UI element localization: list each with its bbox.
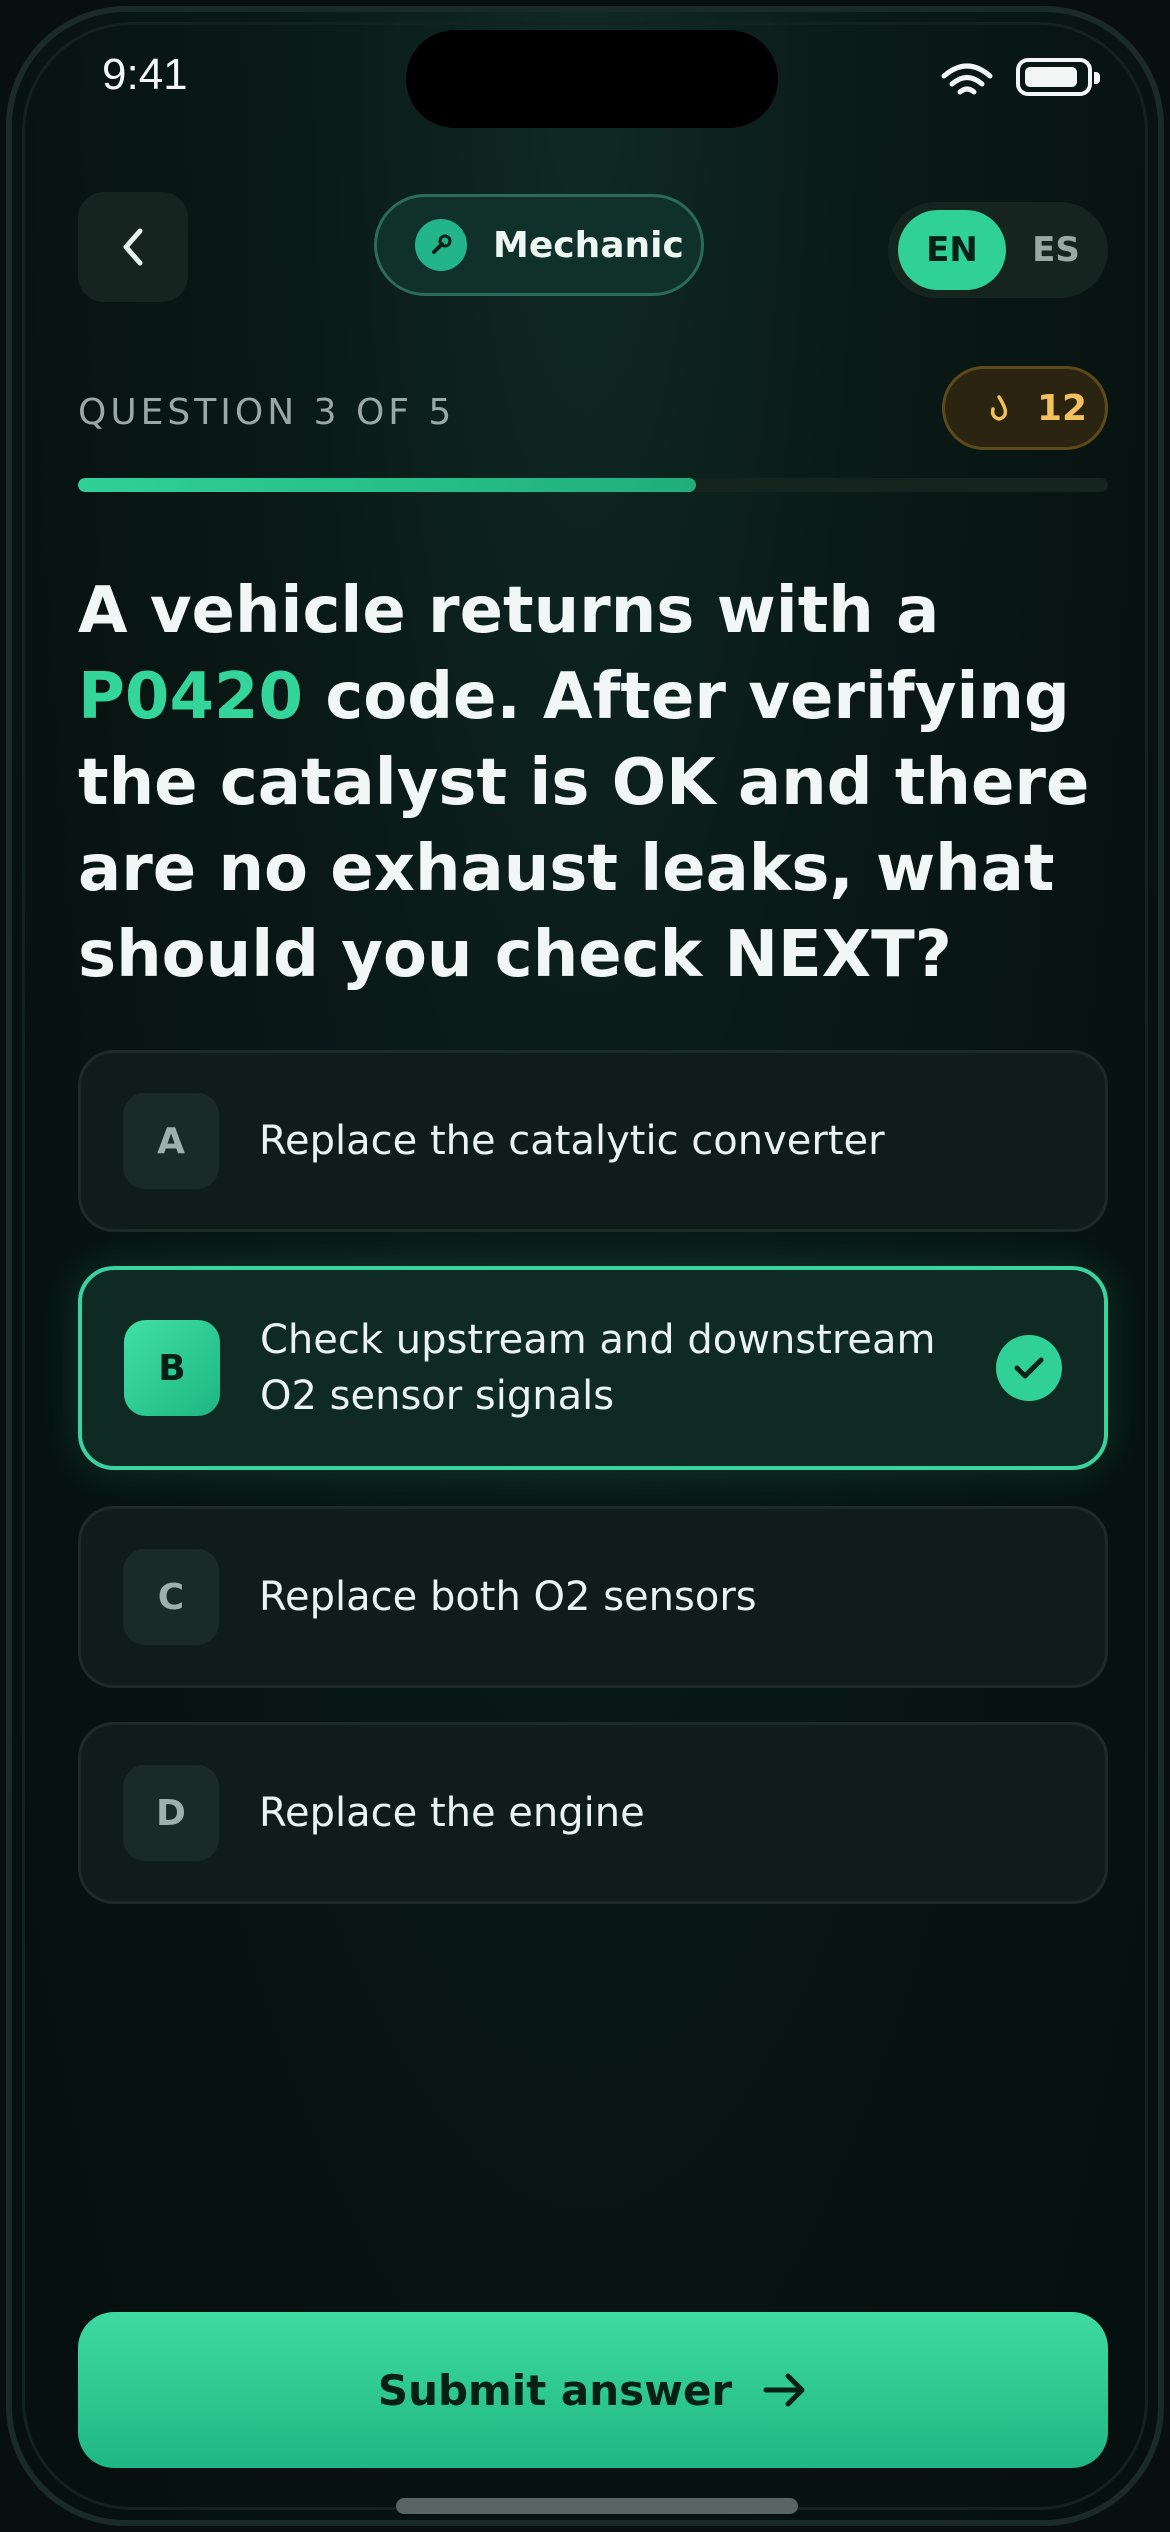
dynamic-island	[406, 30, 778, 128]
option-letter: D	[123, 1765, 219, 1861]
option-text: Replace both O2 sensors	[259, 1574, 757, 1620]
submit-button[interactable]: Submit answer	[78, 2312, 1108, 2468]
question-text: A vehicle returns with a P0420 code. Aft…	[78, 568, 1118, 998]
option-letter: A	[123, 1093, 219, 1189]
option-text: Replace the engine	[259, 1790, 645, 1836]
submit-label: Submit answer	[377, 2365, 733, 2415]
streak-count: 12	[1037, 387, 1088, 429]
error-code: P0420	[78, 660, 304, 734]
option-c[interactable]: C Replace both O2 sensors	[78, 1506, 1108, 1688]
option-b[interactable]: B Check upstream and downstream O2 senso…	[78, 1266, 1108, 1470]
status-time: 9:41	[102, 50, 188, 99]
question-counter: QUESTION 3 OF 5	[78, 392, 456, 433]
role-label: Mechanic	[493, 224, 684, 266]
option-a[interactable]: A Replace the catalytic converter	[78, 1050, 1108, 1232]
home-indicator	[396, 2498, 798, 2514]
chevron-left-icon	[123, 228, 143, 266]
check-icon	[996, 1335, 1062, 1401]
flame-icon	[990, 395, 1008, 421]
option-text: Replace the catalytic converter	[259, 1118, 885, 1164]
lang-es-button[interactable]: ES	[1016, 210, 1096, 290]
quiz-progress-bar	[78, 478, 1108, 492]
wrench-icon	[415, 219, 467, 271]
progress-fill	[78, 478, 696, 492]
arrow-right-icon	[762, 2370, 808, 2410]
option-text: Check upstream and downstream O2 sensor …	[260, 1317, 936, 1419]
question-prefix: A vehicle returns with a	[78, 574, 940, 648]
option-letter: C	[123, 1549, 219, 1645]
phone-frame: 9:41 Mechanic EN ES QUESTION 3 OF 5 12 A…	[6, 6, 1164, 2526]
lang-en-button[interactable]: EN	[898, 210, 1006, 290]
option-d[interactable]: D Replace the engine	[78, 1722, 1108, 1904]
battery-icon	[1016, 58, 1100, 96]
back-button[interactable]	[78, 192, 188, 302]
language-toggle[interactable]: EN ES	[888, 202, 1108, 298]
wifi-icon	[941, 63, 993, 95]
role-chip[interactable]: Mechanic	[374, 194, 704, 296]
option-letter: B	[124, 1320, 220, 1416]
streak-badge: 12	[942, 366, 1108, 450]
